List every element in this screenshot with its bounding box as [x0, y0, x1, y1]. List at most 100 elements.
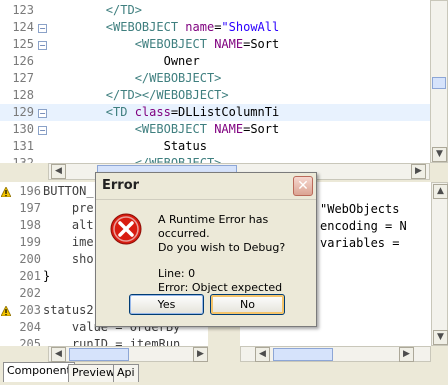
top-vertical-scrollbar[interactable]: ▼: [430, 0, 448, 163]
tab-component[interactable]: Component: [3, 362, 75, 382]
code-text: status2: [43, 302, 94, 319]
line-number: 204: [19, 320, 41, 334]
line-number: 128: [12, 88, 34, 102]
code-text: <WEBOBJECT name="ShowAll: [48, 19, 279, 36]
code-line[interactable]: 130− <WEBOBJECT NAME=Sort: [0, 121, 430, 138]
line-number: 127: [12, 71, 34, 85]
error-dialog: Error ✕ A Runtime Error has occurred. Do…: [95, 172, 317, 327]
line-number: 132: [12, 156, 34, 163]
code-token: <TD: [105, 105, 135, 119]
code-line[interactable]: 131 Status: [0, 138, 430, 155]
code-text: </TD></WEBOBJECT>: [48, 87, 229, 104]
code-token: Status: [48, 139, 207, 153]
code-line[interactable]: 126 Owner: [0, 53, 430, 70]
line-number: 205: [19, 337, 41, 346]
scroll-down-button[interactable]: ▼: [432, 147, 447, 162]
bottom-right-vertical-scrollbar[interactable]: ▲ ▼: [431, 182, 448, 346]
bottom-left-horizontal-scrollbar[interactable]: ◀ ▶: [48, 346, 208, 362]
code-token: =DLListColumnTi: [170, 105, 280, 119]
line-number: 124: [12, 20, 34, 34]
code-text: alt: [43, 217, 94, 234]
fold-toggle-icon[interactable]: −: [38, 41, 47, 50]
code-token: alt: [43, 218, 94, 232]
line-number: 129: [12, 105, 34, 119]
code-text: "WebObjects: [320, 201, 399, 218]
scroll-down-button[interactable]: ▼: [433, 330, 448, 345]
code-token: NAME: [214, 37, 244, 51]
scroll-left-button[interactable]: ◀: [51, 164, 66, 179]
code-text: sho: [43, 251, 94, 268]
error-icon: [110, 213, 142, 245]
code-text: }: [43, 268, 50, 285]
scroll-right-button[interactable]: ▶: [399, 347, 414, 362]
scroll-left-button[interactable]: ◀: [51, 347, 66, 362]
code-line[interactable]: 127 </WEBOBJECT>: [0, 70, 430, 87]
dialog-message: A Runtime Error has occurred. Do you wis…: [158, 213, 316, 295]
bottom-right-horizontal-scrollbar[interactable]: ◀ ▶: [240, 346, 431, 362]
code-text: encoding = N: [320, 218, 407, 235]
dialog-title-bar[interactable]: Error ✕: [96, 173, 316, 200]
code-text: <WEBOBJECT NAME=Sort: [48, 121, 280, 138]
tab-api[interactable]: Api: [113, 364, 139, 382]
fold-toggle-icon[interactable]: −: [38, 126, 47, 135]
code-text: Owner: [48, 53, 200, 70]
code-token: class: [134, 105, 171, 119]
code-line[interactable]: 125− <WEBOBJECT NAME=Sort: [0, 36, 430, 53]
code-token: </TD>: [105, 3, 142, 17]
line-number: 199: [19, 235, 41, 249]
code-token: ime: [43, 235, 94, 249]
code-text: runID = itemRun: [43, 336, 180, 346]
yes-button[interactable]: Yes: [129, 294, 204, 315]
code-token: status2: [43, 303, 94, 317]
code-text: Status: [48, 138, 207, 155]
editor-tab-bar: Component Preview Api: [0, 362, 448, 385]
code-line[interactable]: 124− <WEBOBJECT name="ShowAll: [0, 19, 430, 36]
fold-toggle-icon[interactable]: −: [38, 24, 47, 33]
code-text: </WEBOBJECT>: [48, 155, 222, 163]
code-line[interactable]: 123 </TD>: [0, 2, 430, 19]
line-number: 125: [12, 37, 34, 51]
line-number: 196: [19, 184, 41, 198]
message-line-2: Do you wish to Debug?: [158, 241, 286, 254]
scroll-right-button[interactable]: ▶: [411, 164, 426, 179]
line-number: 198: [19, 218, 41, 232]
code-line[interactable]: 205 runID = itemRun: [0, 336, 208, 346]
dialog-title: Error: [102, 178, 140, 193]
code-token: Owner: [48, 54, 200, 68]
scroll-left-button[interactable]: ◀: [255, 347, 270, 362]
code-token: </WEBOBJECT>: [134, 71, 222, 85]
close-icon[interactable]: ✕: [293, 176, 313, 196]
scroll-right-button[interactable]: ▶: [193, 347, 208, 362]
scroll-up-button[interactable]: ▲: [433, 184, 448, 199]
bottom-right-scroll-thumb[interactable]: [273, 348, 333, 361]
bottom-left-scroll-thumb[interactable]: [69, 348, 129, 361]
fold-toggle-icon[interactable]: −: [38, 109, 47, 118]
line-number: 200: [19, 252, 41, 266]
line-number: 123: [12, 3, 34, 17]
code-text: pre: [43, 200, 94, 217]
code-token: <WEBOBJECT: [134, 37, 215, 51]
code-text: BUTTON_: [43, 183, 94, 200]
no-button[interactable]: No: [210, 294, 285, 315]
line-number: 201: [19, 269, 41, 283]
line-number: 126: [12, 54, 34, 68]
top-source-editor[interactable]: 123 </TD> 124− <WEBOBJECT name="ShowAll 12…: [0, 0, 430, 163]
code-token: =Sort: [243, 37, 280, 51]
code-line[interactable]: 128 </TD></WEBOBJECT>: [0, 87, 430, 104]
code-line[interactable]: 132 </WEBOBJECT>: [0, 155, 430, 163]
code-line[interactable]: 129− <TD class=DLListColumnTi: [0, 104, 430, 121]
top-vertical-scroll-thumb[interactable]: [432, 77, 446, 89]
tab-preview[interactable]: Preview: [68, 364, 119, 382]
code-token: pre: [43, 201, 94, 215]
code-token: =Sort: [243, 122, 280, 136]
code-token: encoding = N: [320, 219, 407, 233]
detail-line-1: Line: 0: [158, 267, 196, 280]
code-text: </TD>: [48, 2, 142, 19]
